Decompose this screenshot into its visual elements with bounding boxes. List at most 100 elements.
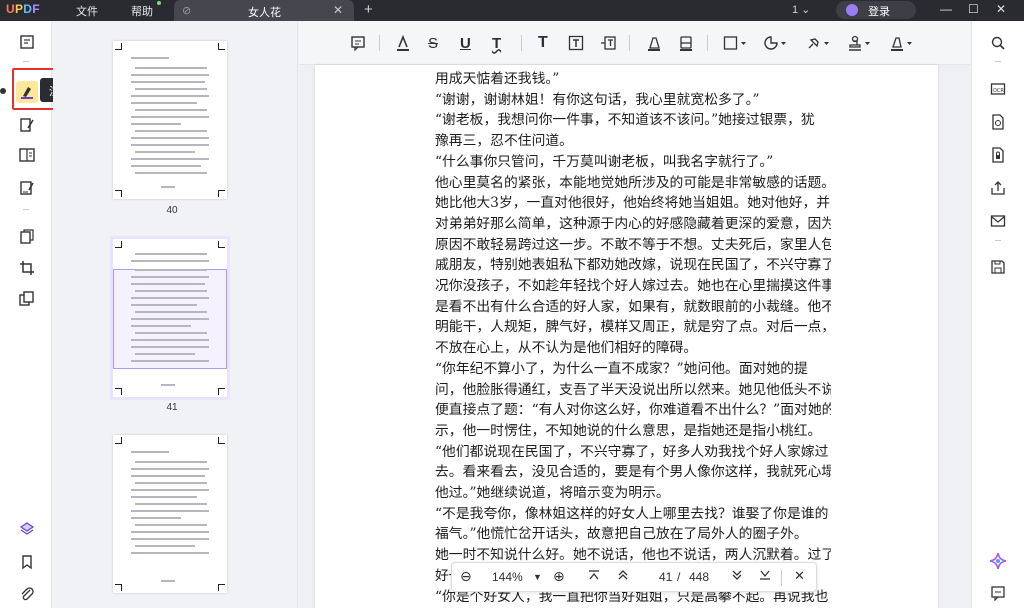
text-line: 他过。”她继续说道，将暗示变为明示。 (435, 485, 670, 502)
underline-icon[interactable]: U (460, 34, 471, 52)
share-icon[interactable] (986, 177, 1010, 199)
eraser-icon[interactable] (678, 34, 694, 52)
text-line: “你年纪不算小了，为什么一直不成家？”她问他。面对她的提 (435, 360, 808, 377)
text-line: 她比他大3岁，一直对他很好，他始终将她当姐姐。她对他好，并非姐姐 (435, 195, 831, 212)
text-line: 原因不敢轻易跨过这一步。不敢不等于不想。丈夫死后，家里人包括亲 (435, 236, 831, 253)
menu-file[interactable]: 文件 (76, 3, 98, 19)
login-button[interactable]: 登录 (836, 1, 916, 19)
page-thumbnail-41[interactable] (110, 236, 230, 400)
convert-file-icon[interactable] (986, 111, 1010, 133)
pages-icon[interactable] (16, 288, 38, 310)
search-icon[interactable] (986, 32, 1010, 54)
zoom-level[interactable]: 144% (492, 570, 523, 584)
text-line: “什么事你只管问，千万莫叫谢老板，叫我名字就行了。” (435, 153, 774, 170)
document-viewer: S U T T 用成天惦着还我钱。” “谢谢，谢谢林姐！有你这句话，我心里就宽松… (299, 21, 970, 608)
page-thumbnail-40[interactable] (113, 41, 227, 199)
toolbar-divider (23, 61, 29, 62)
minimize-icon[interactable]: — (940, 2, 952, 16)
text-line: 用成天惦着还我钱。” (435, 71, 560, 87)
toolbar-divider (629, 35, 630, 51)
text-line: 他心里莫名的紧张，本能地觉她所涉及的可能是非常敏感的话题。 (435, 174, 831, 191)
text-line: 不放在心上，从不认为是他们相好的障碍。 (435, 340, 698, 357)
zoom-out-icon[interactable]: ⊖ (460, 568, 472, 585)
stamp-icon[interactable] (847, 34, 871, 52)
text-line: “不是我夸你，像林姐这样的好女人上哪里去找？谁娶了你是谁的 (435, 505, 829, 522)
email-icon[interactable] (986, 210, 1010, 232)
protect-icon[interactable] (986, 144, 1010, 166)
pin-icon[interactable] (806, 34, 830, 52)
reader-icon[interactable] (16, 31, 38, 53)
text-line: 示，他一时愣住，不知她说的什么意思，是指她还是指小桃红。 (435, 422, 822, 439)
update-dot (157, 1, 161, 5)
page-thumbnail-42[interactable] (113, 435, 227, 593)
toolbar-divider (995, 240, 1001, 241)
feedback-icon[interactable] (986, 582, 1010, 604)
text-line: 明能干，人规矩，脾气好，模样又周正，就是穷了点。对后一点，她并 (435, 319, 831, 336)
toolbar-divider (521, 35, 522, 51)
close-navigation-icon[interactable]: ✕ (794, 568, 805, 584)
signature-icon[interactable] (889, 34, 913, 52)
zoom-dropdown-icon[interactable]: ▼ (533, 572, 542, 582)
attachment-icon[interactable] (16, 583, 38, 605)
thumbnail-page-number: 40 (166, 205, 178, 216)
text-line: 对弟弟好那么简单，这种源于内心的好感隐藏着更深的爱意，因为种种 (435, 215, 831, 232)
layers-icon[interactable] (16, 518, 38, 540)
svg-text:OCR: OCR (993, 88, 1004, 94)
text-line: 豫再三，忍不住问道。 (435, 133, 573, 150)
text-line: 问，他脸胀得通红，支吾了半天没说出所以然来。她见他低头不说话， (435, 381, 831, 398)
title-bar: UPDF 文件 帮助 ⊘ 女人花 ✕ + 1 ⌄ 登录 — ☐ ✕ (0, 0, 1024, 21)
sticker-icon[interactable] (763, 34, 787, 52)
textcallout-icon[interactable] (600, 34, 616, 52)
previous-page-icon[interactable] (617, 569, 629, 584)
total-pages: 448 (689, 570, 710, 584)
new-tab-button[interactable]: + (364, 1, 373, 18)
text-line: “谢老板，我想问你一件事，不知道该不该问。”她接过银票，犹 (435, 112, 815, 129)
next-page-icon[interactable] (731, 569, 743, 584)
document-tab[interactable]: ⊘ 女人花 ✕ (174, 0, 354, 21)
menu-help[interactable]: 帮助 (131, 3, 153, 19)
highlight-icon[interactable] (395, 34, 411, 52)
text-line: “他们都说现在民国了，不兴守寡了，好多人劝我找个好人家嫁过 (435, 443, 829, 460)
fill-sign-icon[interactable] (16, 177, 38, 199)
annotation-toolbar: S U T T (299, 21, 970, 65)
tab-title: 女人花 (248, 7, 281, 19)
last-page-icon[interactable] (759, 569, 771, 584)
maximize-icon[interactable]: ☐ (968, 2, 979, 16)
thumbnail-panel: 40 41 (53, 21, 298, 608)
organize-icon[interactable] (16, 144, 38, 166)
sidebar-collapse-handle[interactable] (0, 88, 6, 94)
toolbar-divider (23, 209, 29, 210)
close-window-icon[interactable]: ✕ (996, 2, 1006, 16)
window-count-dropdown[interactable]: 1 ⌄ (792, 3, 810, 16)
text-line: 便直接点了题：“有人对你这么好，你难道看不出什么？”面对她的暗 (435, 402, 831, 419)
textbox-icon[interactable] (568, 34, 584, 52)
edit-icon[interactable] (16, 114, 38, 136)
text-icon[interactable]: T (538, 34, 548, 52)
text-line: 是看不出有什么合适的好人家，如果有，就数眼前的小裁缝。他不仅聪 (435, 298, 831, 315)
convert-icon[interactable] (16, 226, 38, 248)
text-line: 戚朋友，特别她表姐私下都劝她改嫁，说现在民国了，不兴守寡了，何 (435, 257, 831, 274)
strikethrough-icon[interactable]: S (428, 34, 438, 52)
crop-icon[interactable] (16, 257, 38, 279)
shape-icon[interactable] (723, 34, 747, 52)
toolbar-divider (707, 35, 708, 51)
thumbnail-page-number: 41 (166, 402, 178, 413)
document-page: 用成天惦着还我钱。” “谢谢，谢谢林姐！有你这句话，我心里就宽松多了。” “谢老… (315, 65, 938, 608)
ai-assistant-icon[interactable] (986, 550, 1010, 572)
current-page-input[interactable]: 41 (659, 570, 672, 584)
pencil-icon[interactable] (646, 34, 662, 52)
login-label: 登录 (868, 6, 890, 18)
tab-close-icon[interactable]: ✕ (333, 3, 343, 17)
page-separator: / (677, 570, 681, 584)
avatar-icon (846, 4, 858, 16)
first-page-icon[interactable] (588, 569, 600, 584)
toolbar-divider (379, 35, 380, 51)
squiggly-icon[interactable]: T (492, 34, 501, 52)
text-line: 况你没孩子，不如趁年轻找个好人嫁过去。她也在心里揣摸这件事，只 (435, 278, 831, 295)
bookmark-icon[interactable] (16, 551, 38, 573)
ocr-icon[interactable]: OCR (986, 78, 1010, 100)
note-icon[interactable] (350, 34, 366, 52)
app-logo: UPDF (6, 2, 40, 16)
save-icon[interactable] (986, 256, 1010, 278)
zoom-in-icon[interactable]: ⊕ (553, 568, 565, 585)
